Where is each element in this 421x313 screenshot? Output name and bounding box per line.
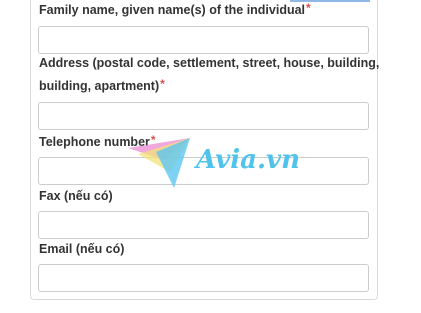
family-name-label-text: Family name, given name(s) of the indivi… [39, 3, 306, 17]
address-input[interactable] [38, 102, 369, 130]
fax-input[interactable] [38, 211, 369, 239]
email-input[interactable] [38, 264, 369, 292]
required-marker: * [306, 1, 311, 15]
email-label-text: Email (nếu có) [39, 242, 125, 256]
address-label-text-line1: Address (postal code, settlement, street… [39, 56, 380, 70]
family-name-label: Family name, given name(s) of the indivi… [39, 0, 311, 21]
required-marker: * [160, 77, 165, 91]
watermark-text: Avia.vn [193, 145, 298, 175]
fax-label-text: Fax (nếu có) [39, 189, 113, 203]
family-name-input[interactable] [38, 26, 369, 54]
email-label: Email (nếu có) [39, 238, 124, 260]
fax-label: Fax (nếu có) [39, 185, 113, 207]
page: Family name, given name(s) of the indivi… [0, 0, 421, 313]
address-label-text-line2: building, apartment) [39, 79, 160, 93]
address-label-line2: building, apartment)* [39, 75, 165, 97]
address-label-line1: Address (postal code, settlement, street… [39, 52, 379, 74]
avia-watermark-logo: Avia.vn [128, 138, 298, 188]
